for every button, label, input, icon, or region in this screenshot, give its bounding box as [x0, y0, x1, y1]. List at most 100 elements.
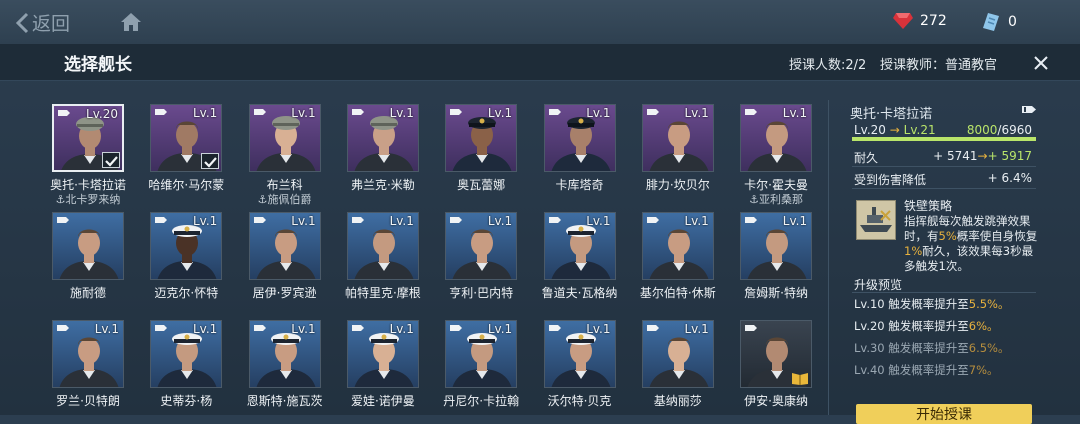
skill-icon[interactable]: [856, 200, 896, 240]
flag-icon: [450, 325, 463, 331]
captain-portrait: Lv.1: [248, 104, 321, 172]
captain-portrait: Lv.1: [740, 212, 813, 280]
selected-check-icon: [102, 152, 120, 168]
ticket-icon: [983, 13, 999, 31]
captain-portrait: Lv.1: [346, 320, 419, 388]
captain-portrait: Lv.1: [150, 320, 223, 388]
flag-icon: [253, 217, 266, 223]
captain-level: Lv.20: [86, 107, 118, 121]
level-from: Lv.20: [854, 123, 886, 137]
ticket-count: 0: [1008, 14, 1017, 30]
flag-icon: [58, 110, 70, 116]
captain-portrait: Lv.1: [445, 320, 518, 388]
captain-name: 施耐德: [69, 286, 106, 300]
level-row: Lv.20 → Lv.21 8000/6960: [854, 123, 1036, 137]
captain-level: Lv.1: [684, 106, 709, 120]
flag-icon: [155, 217, 168, 223]
ruby-count: 272: [920, 13, 947, 29]
captain-portrait: Lv.1: [248, 212, 321, 280]
captain-level: Lv.1: [389, 322, 414, 336]
flag-icon: [1022, 106, 1036, 113]
flag-icon: [351, 325, 364, 331]
captain-name: 沃尔特·贝克: [547, 394, 612, 408]
stat-damage-value: + 6.4%: [987, 171, 1032, 185]
captain-level: Lv.1: [487, 106, 513, 120]
captain-level: Lv.1: [782, 214, 808, 228]
captain-name: 伊安·奥康纳: [744, 394, 808, 408]
upgrade-preview-title: 升级预览: [854, 278, 903, 292]
captain-level: Lv.1: [586, 214, 611, 228]
ticket-counter: 0: [982, 12, 1017, 32]
exp-readout: 8000/6960: [967, 123, 1032, 137]
skill-desc-part: 耐久，该效果每3秒最多触发1次。: [904, 244, 1034, 273]
skill-name: 铁壁策略: [904, 199, 953, 213]
captain-portrait: Lv.1: [641, 320, 714, 388]
close-icon: [1034, 56, 1048, 70]
captain-portrait: Lv.1: [346, 212, 419, 280]
stat-durability-values: + 5741→+ 5917: [933, 149, 1032, 163]
upgrade-row: Lv.30 触发概率提升至6.5%。: [854, 340, 1009, 356]
flag-icon: [450, 217, 463, 223]
captain-name: 哈维尔·马尔蒙: [148, 178, 225, 192]
flag-icon: [548, 325, 561, 331]
start-teaching-button[interactable]: 开始授课: [856, 404, 1032, 424]
flag-icon: [351, 109, 364, 115]
upgrade-value: 7%。: [968, 363, 999, 377]
stat-durability-row: 耐久 + 5741→+ 5917: [854, 149, 1036, 166]
captain-portrait: Lv.1: [543, 104, 616, 172]
home-button[interactable]: [120, 12, 142, 36]
skill-desc-part: 概率使自身恢复: [956, 229, 1038, 243]
stat-durability-to: + 5917: [987, 149, 1032, 163]
stat-durability-label: 耐久: [854, 151, 879, 165]
captain-portrait: Lv.1: [543, 320, 616, 388]
upgrade-value: 6%。: [968, 319, 999, 333]
captain-portrait: Lv.1: [248, 320, 321, 388]
captain-level: Lv.1: [586, 106, 611, 120]
upgrade-value: 5.5%。: [968, 297, 1010, 311]
teacher-label: 授课教师：普通教官: [880, 58, 998, 73]
flag-icon: [155, 109, 168, 115]
page-title: 选择舰长: [64, 55, 132, 75]
captain-ship: ⚓施佩伯爵: [257, 193, 312, 206]
flag-icon: [253, 325, 266, 331]
captain-level: Lv.1: [192, 322, 218, 336]
back-arrow-icon: [15, 12, 29, 33]
back-button[interactable]: 返回: [14, 9, 70, 36]
dialog-header: 选择舰长 授课人数:2/2 授课教师：普通教官: [0, 44, 1080, 81]
captain-portrait: [740, 320, 813, 388]
flag-icon: [548, 217, 561, 223]
skill-description: 指挥舰每次触发跳弹效果时，有5%概率使自身恢复1%耐久，该效果每3秒最多触发1次…: [904, 214, 1040, 274]
captain-name: 迈克尔·怀特: [154, 286, 219, 300]
upgrade-text: 触发概率提升至: [888, 319, 969, 333]
captain-face-icon: [59, 229, 119, 279]
skill-desc-highlight: 5%: [938, 229, 957, 243]
upgrade-level: Lv.10: [854, 297, 889, 311]
flag-icon: [57, 325, 69, 331]
captain-portrait: Lv.1: [52, 320, 124, 388]
row-divider: [852, 188, 1036, 189]
skill-desc-highlight: 1%: [904, 244, 923, 258]
captain-name: 基纳丽莎: [653, 394, 702, 408]
close-button[interactable]: [1030, 52, 1052, 74]
stat-damage-label: 受到伤害降低: [854, 173, 927, 187]
captain-portrait: Lv.1: [641, 212, 714, 280]
upgrade-value: 6.5%。: [968, 341, 1010, 355]
upgrade-row: Lv.10 触发概率提升至5.5%。: [854, 296, 1009, 312]
captain-portrait: [52, 212, 124, 280]
captain-portrait: Lv.1: [150, 212, 223, 280]
exp-current: 8000: [966, 123, 998, 137]
captain-level: Lv.1: [586, 322, 611, 336]
captain-name: 腓力·坎贝尔: [645, 178, 710, 192]
detail-captain-name: 奥托·卡塔拉诺: [850, 107, 933, 122]
exp-bar: [852, 137, 1036, 141]
captain-level: Lv.1: [389, 106, 414, 120]
flag-icon: [450, 109, 463, 115]
captain-level: Lv.1: [291, 322, 316, 336]
upgrade-text: 触发概率提升至: [888, 363, 969, 377]
upgrade-text: 触发概率提升至: [888, 341, 969, 355]
captain-portrait: Lv.1: [641, 104, 714, 172]
captain-name: 史蒂芬·杨: [160, 394, 213, 408]
level-arrow: →: [889, 123, 900, 137]
captain-name: 卡库塔奇: [555, 178, 604, 192]
captain-portrait: Lv.1: [543, 212, 616, 280]
